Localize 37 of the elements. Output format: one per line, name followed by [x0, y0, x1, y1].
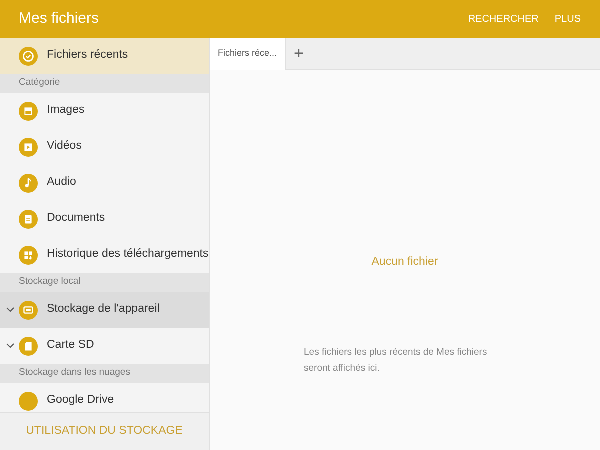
section-header: Stockage dans les nuages: [0, 364, 209, 383]
category-icon: [19, 392, 38, 410]
section-header: Catégorie: [0, 74, 209, 93]
item-label: Documents: [47, 211, 106, 226]
sidebar-item[interactable]: Images: [0, 93, 209, 129]
sidebar-item[interactable]: Fichiers récents: [0, 38, 209, 74]
item-label: Google Drive: [47, 393, 114, 408]
empty-message: Les fichiers les plus récents de Mes fichiers seront affichés ici.: [304, 346, 488, 376]
sidebar-item[interactable]: Stockage de l'appareil: [0, 292, 209, 328]
item-label: Fichiers récents: [47, 48, 128, 64]
category-icon: [19, 46, 38, 66]
item-label: Images: [47, 103, 85, 118]
category-icon: [19, 300, 38, 320]
category-icon: [19, 336, 38, 356]
empty-title: Aucun fichier: [372, 255, 438, 270]
chevron-icon[interactable]: [6, 307, 15, 313]
item-label: Historique des téléchargements: [47, 247, 209, 262]
category-icon: [19, 138, 38, 156]
item-label: Vidéos: [47, 139, 82, 154]
item-label: Carte SD: [47, 338, 94, 354]
item-label: Audio: [47, 175, 76, 190]
sidebar-item[interactable]: Documents: [0, 201, 209, 237]
category-icon: [19, 174, 38, 192]
sidebar-item[interactable]: Audio: [0, 165, 209, 201]
tab[interactable]: Fichiers réce...: [210, 38, 286, 70]
add-tab-button[interactable]: +: [286, 38, 312, 69]
category-icon: [19, 246, 38, 264]
chevron-icon[interactable]: [6, 343, 15, 349]
sidebar-item[interactable]: Carte SD: [0, 328, 209, 364]
sidebar-item[interactable]: Vidéos: [0, 129, 209, 165]
category-icon: [19, 210, 38, 228]
sidebar-item[interactable]: Google Drive: [0, 383, 209, 412]
sidebar-item[interactable]: Historique des téléchargements: [0, 237, 209, 273]
category-icon: [19, 102, 38, 120]
item-label: Stockage de l'appareil: [47, 302, 160, 318]
section-header: Stockage local: [0, 273, 209, 292]
app-title: Mes fichiers: [19, 8, 100, 29]
